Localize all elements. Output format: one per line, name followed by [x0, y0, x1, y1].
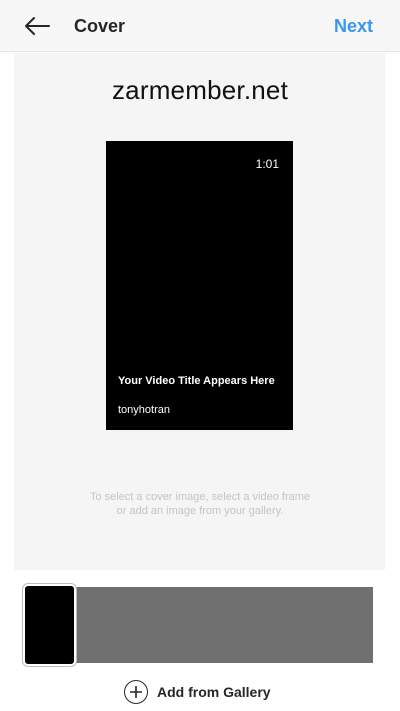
page-title: Cover: [74, 16, 126, 36]
add-from-gallery-button[interactable]: Add from Gallery: [124, 680, 271, 704]
plus-circle-icon: [124, 680, 148, 704]
cover-hint-text: To select a cover image, select a video …: [89, 491, 311, 517]
cover-preview: 1:01 Your Video Title Appears Here tonyh…: [106, 141, 293, 430]
frame-scrubber[interactable]: [24, 587, 373, 663]
back-button[interactable]: [22, 12, 52, 40]
video-duration: 1:01: [255, 157, 279, 171]
next-button[interactable]: Next: [334, 16, 373, 37]
top-bar: Cover Next: [0, 0, 400, 52]
cover-screen: Cover Next zarmember.net 1:01 Your Video…: [0, 0, 400, 711]
video-title: Your Video Title Appears Here: [118, 375, 275, 387]
add-from-gallery-label: Add from Gallery: [157, 684, 271, 700]
video-username: tonyhotran: [118, 404, 170, 416]
selected-frame-handle[interactable]: [23, 584, 76, 666]
watermark-text: zarmember.net: [111, 75, 288, 105]
arrow-left-icon: [25, 17, 50, 35]
